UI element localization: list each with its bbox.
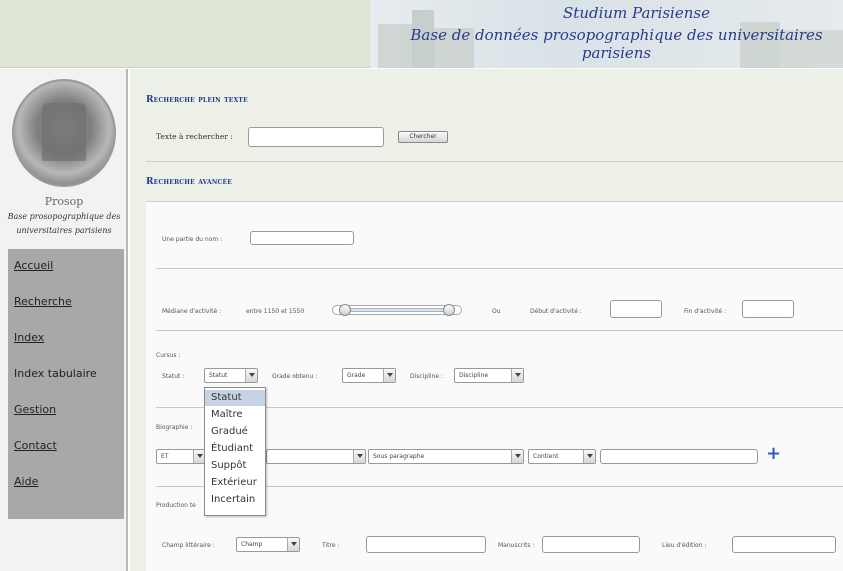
start-label: Début d'activité :	[530, 308, 582, 315]
grade-select-value: Grade	[347, 372, 366, 379]
slider-handle-min[interactable]	[339, 304, 351, 316]
chevron-down-icon	[245, 369, 257, 382]
dropdown-option-exterieur[interactable]: Extérieur	[205, 475, 265, 491]
titre-input[interactable]	[366, 536, 486, 553]
divider	[146, 161, 843, 162]
slider-range	[341, 308, 453, 312]
nav-link-accueil[interactable]: Accueil	[14, 259, 53, 272]
sidebar-nav: Accueil Recherche Index Index tabulaire …	[8, 249, 124, 519]
bio-field-select[interactable]	[266, 449, 366, 464]
divider	[156, 268, 843, 269]
median-slider[interactable]	[332, 304, 462, 316]
university-seal-logo	[12, 79, 116, 187]
dropdown-option-maitre[interactable]: Maître	[205, 407, 265, 423]
nav-link-recherche[interactable]: Recherche	[14, 295, 72, 308]
statut-select[interactable]: Statut	[204, 368, 258, 383]
chevron-down-icon	[383, 369, 395, 382]
grade-label: Grade obtenu :	[272, 373, 318, 380]
median-label: Médiane d'activité :	[162, 308, 222, 315]
sidebar: Prosop Base prosopographique des univers…	[0, 69, 128, 571]
nav-link-aide[interactable]: Aide	[14, 475, 38, 488]
dropdown-option-gradue[interactable]: Gradué	[205, 424, 265, 440]
logo-caption: Prosop	[44, 195, 84, 208]
statut-dropdown-list: Statut Maître Gradué Étudiant Suppôt Ext…	[204, 387, 266, 516]
slider-handle-max[interactable]	[443, 304, 455, 316]
lieu-edition-label: Lieu d'édition :	[662, 542, 707, 549]
nav-link-gestion[interactable]: Gestion	[14, 403, 56, 416]
nav-link-contact[interactable]: Contact	[14, 439, 57, 452]
fulltext-input[interactable]	[248, 127, 384, 147]
bio-condition-select[interactable]: Contient	[528, 449, 596, 464]
bio-operator-select[interactable]: ET	[156, 449, 206, 464]
champ-select[interactable]: Champ	[236, 537, 300, 552]
fulltext-label: Texte à rechercher :	[156, 132, 233, 141]
site-subtitle: Base de données prosopographique des uni…	[410, 26, 823, 62]
discipline-select[interactable]: Discipline	[454, 368, 524, 383]
cursus-label: Cursus :	[156, 352, 181, 359]
nav-link-index[interactable]: Index	[14, 331, 44, 344]
divider	[156, 330, 843, 331]
production-label: Production te	[156, 502, 196, 509]
bio-subparagraph-value: Sous paragraphe	[373, 453, 425, 460]
grade-select[interactable]: Grade	[342, 368, 396, 383]
sidebar-description: Base prosopographique des universitaires…	[7, 212, 121, 235]
chevron-down-icon	[583, 450, 595, 463]
bio-label: Biographie :	[156, 424, 193, 431]
end-label: Fin d'activité :	[684, 308, 727, 315]
bio-operator-value: ET	[161, 453, 169, 460]
chevron-down-icon	[511, 369, 523, 382]
lieu-edition-input[interactable]	[732, 536, 836, 553]
champ-label: Champ littéraire :	[162, 542, 215, 549]
titre-label: Titre :	[322, 542, 340, 549]
header-banner: Studium Parisiense Base de données proso…	[370, 0, 843, 68]
or-label: Ou	[492, 308, 501, 315]
fulltext-title: Recherche plein texte	[146, 95, 248, 105]
manuscrits-input[interactable]	[542, 536, 640, 553]
dropdown-option-incertain[interactable]: Incertain	[205, 492, 265, 508]
chevron-down-icon	[353, 450, 365, 463]
bio-value-input[interactable]	[600, 449, 758, 464]
discipline-select-value: Discipline	[459, 372, 489, 379]
name-input[interactable]	[250, 231, 354, 245]
bio-condition-value: Contient	[533, 453, 559, 460]
discipline-label: Discipline :	[410, 373, 443, 380]
median-range: entre 1150 et 1550	[246, 308, 305, 315]
add-criterion-button[interactable]: +	[766, 445, 781, 463]
chevron-down-icon	[287, 538, 299, 551]
champ-select-value: Champ	[241, 541, 263, 548]
statut-select-value: Statut	[209, 372, 228, 379]
advanced-title: Recherche avancée	[146, 177, 233, 187]
dropdown-option-suppot[interactable]: Suppôt	[205, 458, 265, 474]
page-header: Studium Parisiense Base de données proso…	[0, 0, 843, 68]
dropdown-option-etudiant[interactable]: Étudiant	[205, 441, 265, 457]
search-button[interactable]: Chercher	[398, 131, 448, 143]
site-title: Studium Parisiense	[563, 4, 710, 22]
start-input[interactable]	[610, 300, 662, 318]
nav-item-index-tabulaire[interactable]: Index tabulaire	[14, 367, 97, 380]
name-label: Une partie du nom :	[162, 236, 223, 243]
statut-label: Statut :	[162, 373, 185, 380]
bio-subparagraph-select[interactable]: Sous paragraphe	[368, 449, 524, 464]
end-input[interactable]	[742, 300, 794, 318]
manuscrits-label: Manuscrits :	[498, 542, 535, 549]
dropdown-option-statut[interactable]: Statut	[205, 390, 265, 406]
chevron-down-icon	[511, 450, 523, 463]
